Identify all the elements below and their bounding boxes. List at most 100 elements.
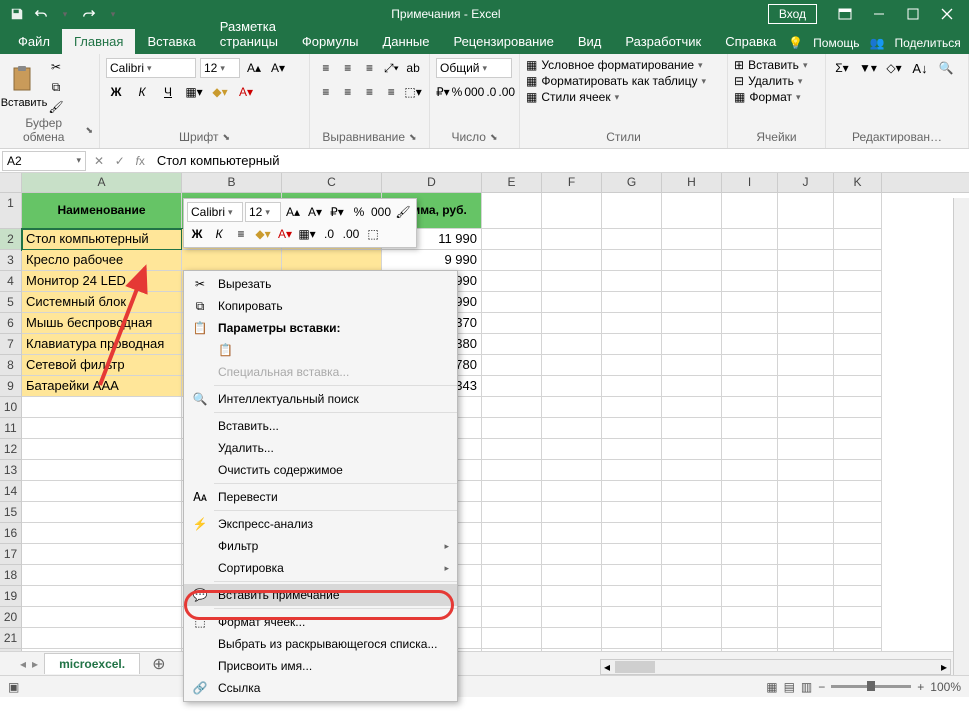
ctx-insert-comment[interactable]: 💬Вставить примечание — [184, 584, 457, 606]
cell[interactable] — [542, 439, 602, 460]
ctx-copy[interactable]: ⧉Копировать — [184, 295, 457, 317]
number-format-combo[interactable]: Общий▾ — [436, 58, 512, 78]
cell[interactable]: Системный блок — [22, 292, 182, 313]
cell[interactable] — [602, 334, 662, 355]
cell[interactable] — [22, 586, 182, 607]
cell[interactable] — [22, 628, 182, 649]
percent-icon[interactable]: % — [452, 82, 463, 102]
cell[interactable] — [662, 355, 722, 376]
cell[interactable] — [778, 355, 834, 376]
cell[interactable] — [662, 439, 722, 460]
ctx-translate[interactable]: 🗛Перевести — [184, 486, 457, 508]
cell[interactable] — [602, 607, 662, 628]
cell[interactable] — [602, 355, 662, 376]
cell[interactable] — [542, 334, 602, 355]
mini-dec-decimal-icon[interactable]: .00 — [341, 224, 361, 244]
cell[interactable] — [662, 502, 722, 523]
cell[interactable] — [722, 586, 778, 607]
tab-formulas[interactable]: Формулы — [290, 29, 371, 54]
indent-dec-icon[interactable]: ≡ — [381, 82, 401, 102]
cell[interactable] — [542, 502, 602, 523]
cell[interactable] — [834, 460, 882, 481]
cell[interactable] — [602, 586, 662, 607]
col-header[interactable]: K — [834, 173, 882, 192]
cell[interactable] — [542, 229, 602, 250]
col-header[interactable]: J — [778, 173, 834, 192]
mini-fill-icon[interactable]: ◆▾ — [253, 224, 273, 244]
cell[interactable] — [482, 607, 542, 628]
ctx-cut[interactable]: ✂Вырезать — [184, 273, 457, 295]
cell[interactable]: Батарейки ААА — [22, 376, 182, 397]
vertical-scrollbar[interactable] — [953, 198, 969, 675]
cell[interactable] — [778, 271, 834, 292]
comma-icon[interactable]: 000 — [464, 82, 484, 102]
mini-align-icon[interactable]: ≡ — [231, 224, 251, 244]
cell[interactable] — [722, 565, 778, 586]
font-size-combo[interactable]: 12▾ — [200, 58, 240, 78]
col-header[interactable]: F — [542, 173, 602, 192]
sort-filter-icon[interactable]: A↓ — [910, 58, 930, 78]
borders-icon[interactable]: ▦▾ — [184, 82, 204, 102]
cell[interactable] — [22, 607, 182, 628]
cell-styles-button[interactable]: ▦Стили ячеек▾ — [526, 90, 721, 104]
align-top-icon[interactable]: ≡ — [316, 58, 336, 78]
mini-borders-icon[interactable]: ▦▾ — [297, 224, 317, 244]
cell[interactable] — [662, 334, 722, 355]
cell[interactable] — [834, 607, 882, 628]
cell[interactable] — [834, 271, 882, 292]
row-header[interactable]: 11 — [0, 418, 22, 439]
zoom-slider[interactable] — [831, 685, 911, 688]
cell[interactable] — [662, 460, 722, 481]
cell[interactable] — [542, 376, 602, 397]
row-header[interactable]: 14 — [0, 481, 22, 502]
cell[interactable] — [662, 607, 722, 628]
cell[interactable] — [602, 229, 662, 250]
cell[interactable]: Монитор 24 LED — [22, 271, 182, 292]
cell[interactable] — [482, 460, 542, 481]
row-header[interactable]: 10 — [0, 397, 22, 418]
ctx-format-cells[interactable]: ⬚Формат ячеек... — [184, 611, 457, 633]
format-cells-button[interactable]: ▦Формат▾ — [734, 90, 819, 104]
formula-input[interactable] — [151, 151, 969, 171]
cell[interactable] — [778, 229, 834, 250]
cell[interactable] — [602, 649, 662, 651]
cell[interactable] — [778, 397, 834, 418]
dialog-launcher-icon[interactable]: ⬊ — [490, 132, 498, 143]
cell[interactable] — [722, 523, 778, 544]
cell[interactable] — [542, 565, 602, 586]
tab-file[interactable]: Файл — [6, 29, 62, 54]
align-left-icon[interactable]: ≡ — [316, 82, 336, 102]
dialog-launcher-icon[interactable]: ⬊ — [222, 132, 230, 143]
cell[interactable] — [722, 376, 778, 397]
cell[interactable] — [602, 376, 662, 397]
row-header[interactable]: 3 — [0, 250, 22, 271]
cell[interactable] — [778, 607, 834, 628]
align-right-icon[interactable]: ≡ — [360, 82, 380, 102]
cell[interactable] — [22, 460, 182, 481]
cell[interactable] — [834, 193, 882, 229]
cell[interactable] — [722, 292, 778, 313]
cell[interactable] — [834, 292, 882, 313]
cell[interactable] — [834, 628, 882, 649]
copy-icon[interactable]: ⧉ — [46, 78, 66, 96]
font-name-combo[interactable]: Calibri▾ — [106, 58, 196, 78]
clear-icon[interactable]: ◇▾ — [884, 58, 904, 78]
cell[interactable] — [602, 397, 662, 418]
cell[interactable] — [542, 271, 602, 292]
cell[interactable] — [834, 439, 882, 460]
cell[interactable] — [834, 334, 882, 355]
mini-grow-font-icon[interactable]: A▴ — [283, 202, 303, 222]
cell[interactable] — [662, 481, 722, 502]
row-header[interactable]: 15 — [0, 502, 22, 523]
cell[interactable] — [662, 313, 722, 334]
zoom-in-icon[interactable]: + — [917, 680, 924, 694]
cell[interactable] — [602, 502, 662, 523]
cell[interactable] — [834, 544, 882, 565]
cell[interactable] — [482, 628, 542, 649]
tab-developer[interactable]: Разработчик — [613, 29, 713, 54]
italic-button[interactable]: К — [132, 82, 152, 102]
cell[interactable] — [722, 397, 778, 418]
cell[interactable] — [834, 355, 882, 376]
inc-decimal-icon[interactable]: .0 — [486, 82, 496, 102]
cell[interactable] — [482, 334, 542, 355]
